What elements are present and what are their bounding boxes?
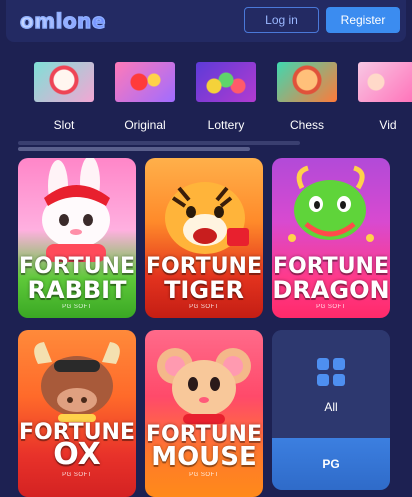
- category-label: Vid: [379, 118, 397, 132]
- category-strip: Slot Original Lottery Chess Vid: [0, 62, 412, 140]
- slot-thumbnail: [34, 62, 94, 102]
- game-provider: PG SOFT: [62, 304, 92, 310]
- category-scrollbar-track[interactable]: [18, 141, 300, 145]
- game-title-line1: FORTUNE: [146, 254, 262, 279]
- category-slot[interactable]: Slot: [24, 62, 104, 134]
- provider-panel: All PG: [272, 330, 390, 490]
- brand-logo[interactable]: omlone: [19, 8, 106, 33]
- category-label: Slot: [53, 118, 75, 132]
- game-provider: PG SOFT: [316, 304, 346, 310]
- game-tile-fortune-tiger[interactable]: FORTUNE TIGER PG SOFT: [145, 158, 263, 318]
- category-scrollbar-thumb[interactable]: [18, 147, 250, 151]
- chess-thumbnail: [277, 62, 337, 102]
- game-title-line2: OX: [53, 437, 101, 472]
- register-button[interactable]: Register: [326, 7, 400, 33]
- game-title-line2: DRAGON: [272, 276, 390, 304]
- game-title-line2: RABBIT: [27, 276, 127, 304]
- category-lottery[interactable]: Lottery: [186, 62, 266, 134]
- category-chess[interactable]: Chess: [267, 62, 347, 134]
- page: omlone Log in Register Slot Original Lot…: [0, 0, 412, 497]
- game-provider: PG SOFT: [62, 472, 92, 478]
- game-tile-fortune-mouse[interactable]: FORTUNE MOUSE PG SOFT: [145, 330, 263, 497]
- game-tile-fortune-rabbit[interactable]: FORTUNE RABBIT PG SOFT: [18, 158, 136, 318]
- login-button[interactable]: Log in: [244, 7, 319, 33]
- pg-provider-button[interactable]: PG: [272, 438, 390, 490]
- game-tile-fortune-ox[interactable]: FORTUNE OX PG SOFT: [18, 330, 136, 497]
- game-title-line1: FORTUNE: [19, 254, 135, 279]
- header-bar: omlone Log in Register: [6, 0, 406, 42]
- category-label: Chess: [289, 118, 324, 132]
- category-video[interactable]: Vid: [348, 62, 412, 134]
- category-label: Original: [124, 118, 166, 132]
- game-provider: PG SOFT: [189, 472, 219, 478]
- lottery-thumbnail: [196, 62, 256, 102]
- game-title-line2: MOUSE: [151, 442, 257, 472]
- all-label: All: [324, 400, 338, 414]
- category-original[interactable]: Original: [105, 62, 185, 134]
- grid-icon: [317, 358, 345, 386]
- game-title-line1: FORTUNE: [273, 254, 389, 279]
- all-games-button[interactable]: All: [272, 330, 390, 438]
- category-label: Lottery: [207, 118, 245, 132]
- video-thumbnail: [358, 62, 412, 102]
- game-provider: PG SOFT: [189, 304, 219, 310]
- game-tile-fortune-dragon[interactable]: FORTUNE DRAGON PG SOFT: [272, 158, 390, 318]
- game-title-line2: TIGER: [164, 276, 244, 304]
- original-thumbnail: [115, 62, 175, 102]
